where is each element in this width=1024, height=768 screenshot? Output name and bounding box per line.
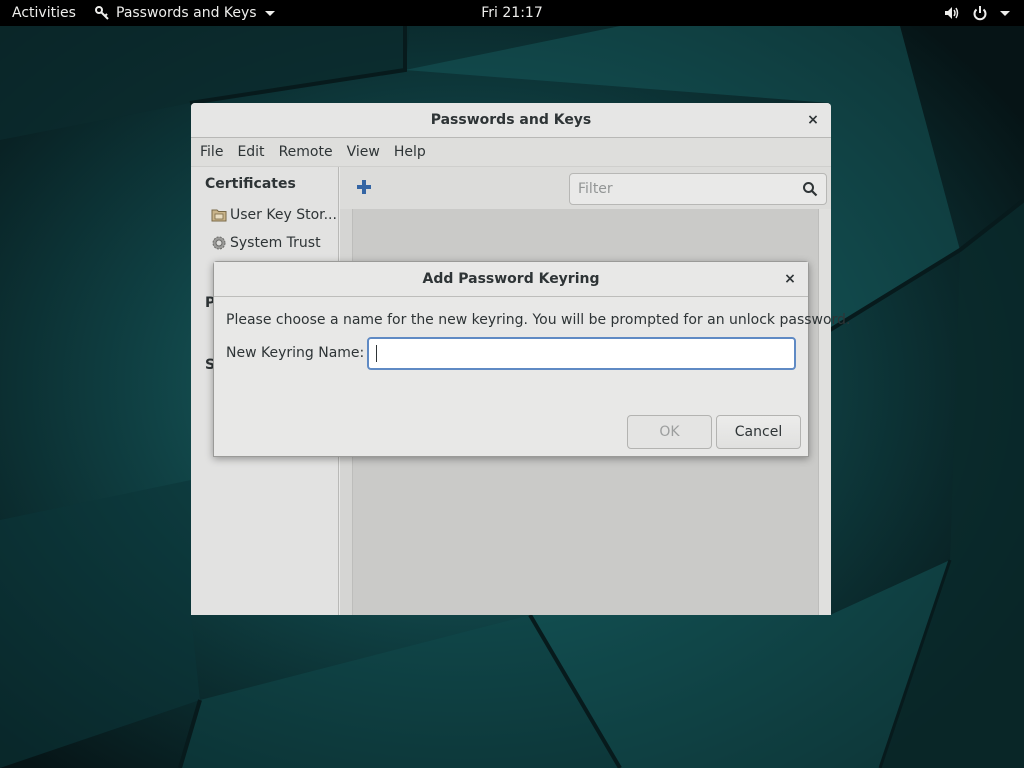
filter-input[interactable]: [578, 174, 788, 204]
window-title: Passwords and Keys: [430, 112, 592, 128]
keyring-name-input[interactable]: [367, 337, 796, 370]
sidebar-item-system-trust[interactable]: System Trust: [211, 235, 321, 251]
chevron-down-icon: [264, 10, 275, 16]
volume-icon: [945, 7, 959, 19]
menu-file[interactable]: File: [200, 144, 237, 160]
filter-field[interactable]: [569, 173, 827, 205]
top-bar: Activities Passwords and Keys Fri 21:17: [0, 0, 1024, 26]
clock[interactable]: Fri 21:17: [481, 5, 542, 21]
gear-icon: [212, 236, 226, 250]
folder-icon: [211, 209, 227, 222]
menu-view[interactable]: View: [347, 144, 394, 160]
menu-bar: File Edit Remote View Help: [191, 138, 831, 167]
add-password-keyring-dialog: Add Password Keyring × Please choose a n…: [213, 261, 850, 457]
sidebar-item-label: User Key Stor...: [230, 207, 337, 223]
chevron-down-icon: [1000, 10, 1010, 16]
search-icon: [803, 182, 818, 197]
dialog-message: Please choose a name for the new keyring…: [226, 312, 851, 328]
scrollbar[interactable]: [819, 209, 831, 615]
close-icon[interactable]: ×: [805, 103, 821, 137]
plus-icon[interactable]: [355, 178, 373, 196]
cancel-button[interactable]: Cancel: [716, 415, 801, 449]
activities-button[interactable]: Activities: [12, 0, 76, 26]
menu-edit[interactable]: Edit: [237, 144, 278, 160]
menu-help[interactable]: Help: [394, 144, 440, 160]
sidebar-item-user-key-storage[interactable]: User Key Stor...: [211, 207, 337, 223]
toolbar: [340, 167, 831, 209]
close-icon[interactable]: ×: [782, 262, 798, 296]
sidebar-heading-certificates: Certificates: [205, 176, 296, 192]
app-menu-button[interactable]: Passwords and Keys: [94, 0, 275, 26]
sidebar-item-label: System Trust: [230, 235, 321, 251]
power-icon: [973, 6, 987, 21]
window-titlebar[interactable]: Passwords and Keys ×: [191, 103, 831, 138]
menu-remote[interactable]: Remote: [279, 144, 347, 160]
system-menu-button[interactable]: [944, 0, 1010, 26]
app-menu-label: Passwords and Keys: [116, 5, 257, 21]
dialog-titlebar[interactable]: Add Password Keyring ×: [214, 262, 808, 297]
text-cursor: [376, 345, 377, 362]
keys-icon: [95, 6, 109, 20]
keyring-name-label: New Keyring Name:: [226, 345, 365, 361]
ok-button[interactable]: OK: [627, 415, 712, 449]
dialog-title: Add Password Keyring: [422, 271, 600, 287]
